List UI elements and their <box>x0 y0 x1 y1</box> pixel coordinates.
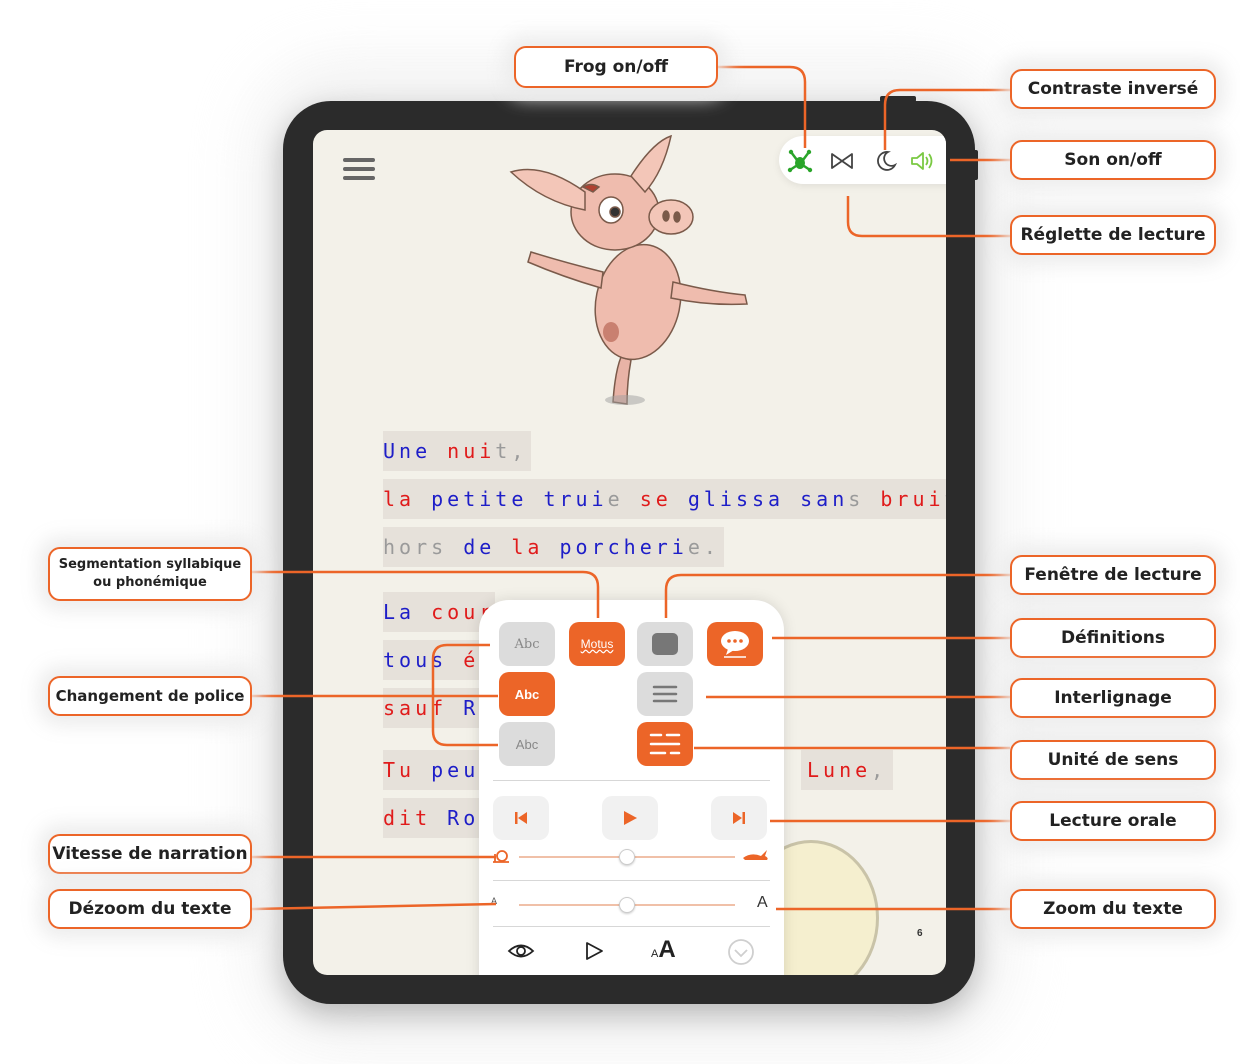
callout-sound: Son on/off <box>1010 140 1216 180</box>
callout-frog: Frog on/off <box>514 46 718 88</box>
callout-meaning-unit: Unité de sens <box>1010 740 1216 780</box>
callout-text-zoom: Zoom du texte <box>1010 889 1216 929</box>
callout-narration-speed: Vitesse de narration <box>48 834 252 874</box>
callout-line-spacing: Interlignage <box>1010 678 1216 718</box>
callout-ruler: Réglette de lecture <box>1010 215 1216 255</box>
callout-definitions: Définitions <box>1010 618 1216 658</box>
callout-font-change: Changement de police <box>48 676 252 716</box>
callout-reading-window: Fenêtre de lecture <box>1010 555 1216 595</box>
callout-segmentation: Segmentation syllabique ou phonémique <box>48 547 252 601</box>
callout-text-unzoom: Dézoom du texte <box>48 889 252 929</box>
callout-oral-reading: Lecture orale <box>1010 801 1216 841</box>
callout-contrast: Contraste inversé <box>1010 69 1216 109</box>
